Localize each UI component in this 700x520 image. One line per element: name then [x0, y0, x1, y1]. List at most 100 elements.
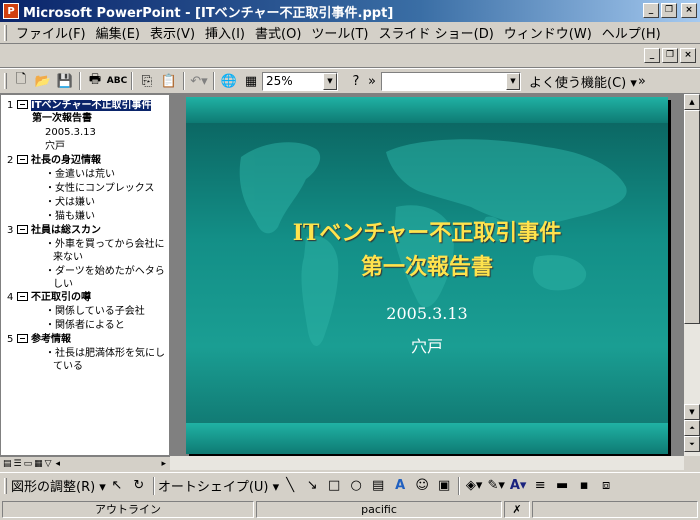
- menu-format[interactable]: 書式(O): [250, 23, 306, 42]
- powerpoint-app-icon[interactable]: P: [3, 3, 19, 19]
- outline-view-icon[interactable]: ☰: [14, 459, 22, 469]
- line-icon[interactable]: ╲: [280, 476, 300, 496]
- list-item: ・社長は肥満体形を気にし: [45, 348, 165, 359]
- menu-tools[interactable]: ツール(T): [306, 23, 373, 42]
- scroll-thumb[interactable]: [684, 110, 700, 324]
- insert-picture-icon[interactable]: ▣: [434, 476, 454, 496]
- line-style-icon[interactable]: ≡: [530, 476, 550, 496]
- scroll-left-icon[interactable]: ◂: [56, 459, 61, 469]
- drawing-toolbar: 図形の調整(R) ▾ ↖ ↻ オートシェイプ(U) ▾ ╲ ↘ □ ○ ▤ A …: [0, 472, 700, 498]
- print-icon[interactable]: 🖶: [85, 71, 105, 91]
- doc-close-button[interactable]: ×: [680, 48, 696, 63]
- arrow-icon[interactable]: ↘: [302, 476, 322, 496]
- shadow-icon[interactable]: ▪: [574, 476, 594, 496]
- menu-slideshow[interactable]: スライド ショー(D): [374, 23, 499, 42]
- outline-slide-5[interactable]: 5 参考情報: [7, 333, 71, 346]
- list-item: ・ダーツを始めたがヘタら: [45, 266, 165, 277]
- outline-pane[interactable]: 1 ITベンチャー不正取引事件 第一次報告書 2005.3.13 穴戸 2 社長の身…: [0, 94, 170, 456]
- menu-view[interactable]: 表示(V): [145, 23, 200, 42]
- menu-insert[interactable]: 挿入(I): [200, 23, 250, 42]
- status-empty: [532, 500, 698, 518]
- slide-icon: [17, 100, 28, 109]
- font-select[interactable]: ▼: [381, 71, 521, 91]
- previous-slide-icon[interactable]: ⏶: [684, 420, 700, 436]
- normal-view-icon[interactable]: ▤: [3, 459, 12, 469]
- draw-menu-button[interactable]: 図形の調整(R) ▾: [11, 476, 106, 495]
- slide-title-line-1[interactable]: ITベンチャー不正取引事件: [186, 215, 668, 247]
- slide-sorter-icon[interactable]: ▦: [34, 459, 43, 469]
- outline-slide-1[interactable]: 1 ITベンチャー不正取引事件: [7, 99, 152, 112]
- doc-restore-button[interactable]: ❐: [662, 48, 678, 63]
- fill-color-icon[interactable]: ◈▾: [464, 476, 484, 496]
- outline-slide-2[interactable]: 2 社長の身辺情報: [7, 154, 101, 167]
- undo-icon[interactable]: ↶▾: [189, 71, 209, 91]
- autoshape-menu-button[interactable]: オートシェイプ(U) ▾: [158, 476, 279, 495]
- toolbar-grip[interactable]: [4, 73, 7, 89]
- doc-minimize-button[interactable]: _: [644, 48, 660, 63]
- slide-view-icon[interactable]: ▭: [24, 459, 33, 469]
- status-bar: アウトライン pacific ✗: [0, 498, 700, 520]
- textbox-icon[interactable]: ▤: [368, 476, 388, 496]
- line-color-icon[interactable]: ✎▾: [486, 476, 506, 496]
- scroll-down-icon[interactable]: ▼: [684, 404, 700, 420]
- menu-window[interactable]: ウィンドウ(W): [499, 23, 597, 42]
- insert-table-icon[interactable]: ▦: [241, 71, 261, 91]
- dash-style-icon[interactable]: ▬: [552, 476, 572, 496]
- open-folder-icon[interactable]: 📂: [33, 71, 53, 91]
- view-buttons: ▤ ☰ ▭ ▦ ▽ ◂ ▸: [0, 456, 170, 470]
- zoom-select[interactable]: 25% ▼: [262, 71, 338, 91]
- list-item: しい: [53, 279, 73, 290]
- rectangle-icon[interactable]: □: [324, 476, 344, 496]
- slide-date[interactable]: 2005.3.13: [186, 304, 668, 323]
- clipart-icon[interactable]: ☺: [412, 476, 432, 496]
- scroll-right-icon[interactable]: ▸: [161, 459, 166, 469]
- help-icon[interactable]: ?: [346, 71, 366, 91]
- slide-title-line-2[interactable]: 第一次報告書: [186, 249, 668, 281]
- menu-file[interactable]: ファイル(F): [11, 23, 91, 42]
- 3d-style-icon[interactable]: ⧈: [596, 476, 616, 496]
- outline-slide-4[interactable]: 4 不正取引の噂: [7, 291, 91, 304]
- spelling-status-icon[interactable]: ✗: [504, 500, 530, 518]
- paste-icon[interactable]: 📋: [159, 71, 179, 91]
- slide-icon: [17, 225, 28, 234]
- list-item: ・女性にコンプレックス: [45, 183, 155, 194]
- slide-canvas[interactable]: ITベンチャー不正取引事件 第一次報告書 2005.3.13 穴戸: [186, 97, 668, 454]
- save-icon[interactable]: 💾: [55, 71, 75, 91]
- copy-icon[interactable]: ⎘: [137, 71, 157, 91]
- list-item: ている: [53, 361, 83, 372]
- toolbar-grip[interactable]: [4, 24, 7, 41]
- toolbar-options-icon[interactable]: »: [638, 71, 646, 91]
- restore-button[interactable]: ❐: [661, 3, 677, 18]
- scroll-up-icon[interactable]: ▲: [684, 94, 700, 110]
- font-color-icon[interactable]: A▾: [508, 476, 528, 496]
- toolbar-grip[interactable]: [4, 477, 7, 494]
- new-file-icon[interactable]: 🗋: [11, 71, 31, 91]
- minimize-button[interactable]: _: [643, 3, 659, 18]
- ellipse-icon[interactable]: ○: [346, 476, 366, 496]
- status-template: pacific: [256, 500, 502, 518]
- menu-edit[interactable]: 編集(E): [91, 23, 145, 42]
- list-item: ・犬は嫌い: [45, 197, 95, 208]
- vertical-scrollbar[interactable]: ▲ ▼ ⏶ ⏷: [684, 94, 700, 456]
- next-slide-icon[interactable]: ⏷: [684, 436, 700, 452]
- spellcheck-icon[interactable]: ABC: [107, 71, 127, 91]
- slideshow-icon[interactable]: ▽: [45, 459, 52, 469]
- list-item: 来ない: [53, 252, 83, 263]
- free-rotate-icon[interactable]: ↻: [129, 476, 149, 496]
- menu-help[interactable]: ヘルプ(H): [597, 23, 666, 42]
- chevron-down-icon[interactable]: ▼: [506, 72, 520, 90]
- close-button[interactable]: ×: [681, 3, 697, 18]
- slide-icon: [17, 155, 28, 164]
- frequent-commands-button[interactable]: よく使う機能(C) ▾: [529, 72, 637, 91]
- list-item: ・関係している子会社: [45, 306, 145, 317]
- select-pointer-icon[interactable]: ↖: [107, 476, 127, 496]
- horizontal-scrollbar[interactable]: [170, 456, 684, 470]
- outline-slide-3[interactable]: 3 社員は総スカン: [7, 224, 101, 237]
- slide-author[interactable]: 穴戸: [186, 333, 668, 357]
- hyperlink-icon[interactable]: 🌐: [219, 71, 239, 91]
- chevron-down-icon[interactable]: ▼: [323, 72, 337, 90]
- window-title: Microsoft PowerPoint - [ITベンチャー不正取引事件.pp…: [23, 5, 394, 21]
- toolbar-options-icon[interactable]: »: [368, 71, 376, 91]
- list-item: ・外車を買ってから会社に: [45, 239, 165, 250]
- wordart-icon[interactable]: A: [390, 476, 410, 496]
